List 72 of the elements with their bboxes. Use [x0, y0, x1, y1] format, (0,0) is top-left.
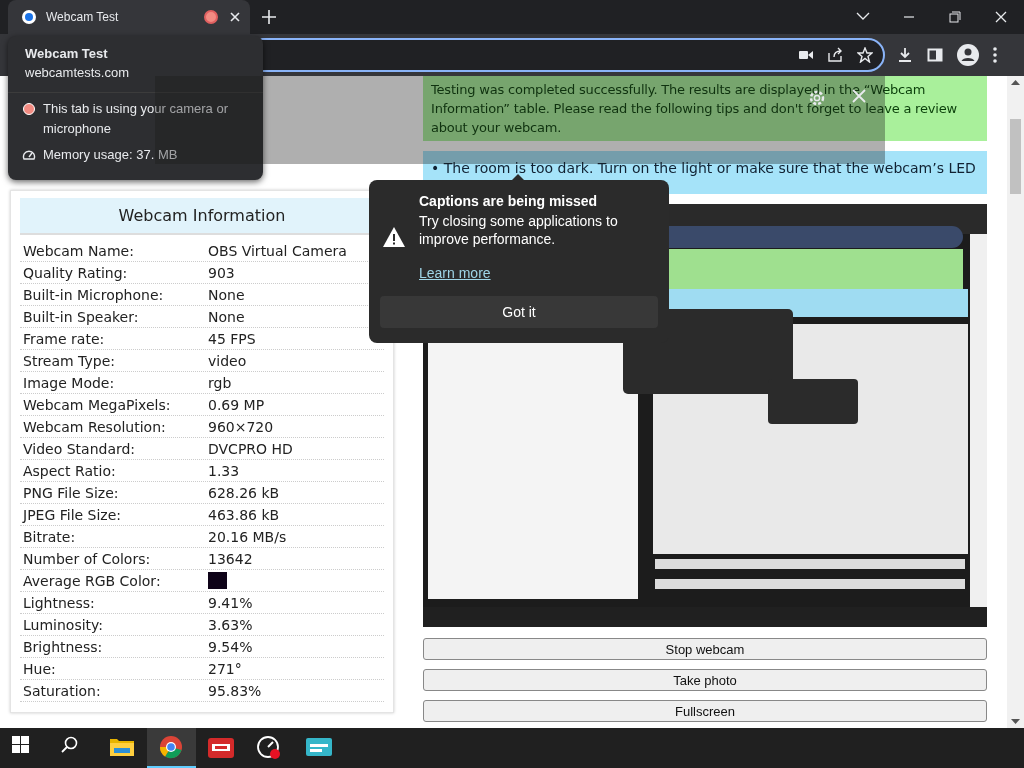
- info-label: Stream Type:: [23, 352, 116, 369]
- info-label: Webcam Resolution:: [23, 418, 167, 435]
- browser-tab[interactable]: Webcam Test: [8, 0, 250, 34]
- info-value: 628.26 kB: [208, 484, 280, 501]
- profile-icon[interactable]: [957, 44, 979, 66]
- page-button[interactable]: Stop webcam: [423, 638, 987, 660]
- page-button[interactable]: Take photo: [423, 669, 987, 691]
- info-value: 95.83%: [208, 682, 262, 699]
- info-value: 0.69 MP: [208, 396, 265, 413]
- scrollbar-thumb[interactable]: [1010, 119, 1021, 194]
- info-label: Frame rate:: [23, 330, 106, 347]
- menu-icon[interactable]: [993, 47, 997, 63]
- info-label: Webcam MegaPixels:: [23, 396, 172, 413]
- info-value: 903: [208, 264, 235, 281]
- globe-icon: [21, 9, 37, 25]
- info-label: PNG File Size:: [23, 484, 120, 501]
- info-label: JPEG File Size:: [23, 506, 123, 523]
- info-label: Webcam Name:: [23, 242, 135, 259]
- info-label: Brightness:: [23, 638, 104, 655]
- card-title: Webcam Test: [24, 46, 109, 61]
- record-app-icon: [207, 736, 234, 760]
- info-label: Luminosity:: [23, 616, 105, 633]
- info-value: rgb: [208, 374, 232, 391]
- close-icon[interactable]: [230, 12, 240, 22]
- info-label: Lightness:: [23, 594, 96, 611]
- info-value: 13642: [208, 550, 253, 567]
- info-label: Built-in Microphone:: [23, 286, 165, 303]
- info-value: 3.63%: [208, 616, 253, 633]
- info-label: Average RGB Color:: [23, 572, 162, 589]
- site-url: webcamtests.com: [24, 65, 131, 80]
- scroll-down-icon[interactable]: [1011, 719, 1020, 724]
- info-label: Image Mode:: [23, 374, 116, 391]
- camera-icon[interactable]: [799, 50, 813, 60]
- scroll-up-icon[interactable]: [1011, 80, 1020, 85]
- info-value: video: [208, 352, 247, 369]
- info-value: DVCPRO HD: [208, 440, 293, 457]
- info-value: OBS Virtual Camera: [208, 242, 347, 259]
- info-label: Hue:: [23, 660, 57, 677]
- info-value: None: [208, 286, 245, 303]
- info-label: Video Standard:: [23, 440, 137, 457]
- share-icon[interactable]: [827, 47, 843, 63]
- info-label: Bitrate:: [23, 528, 77, 545]
- info-label: Quality Rating:: [23, 264, 129, 281]
- info-label: Aspect Ratio:: [23, 462, 117, 479]
- scrollbar[interactable]: [1007, 76, 1024, 728]
- star-icon[interactable]: [857, 47, 873, 63]
- info-value: None: [208, 308, 245, 325]
- info-value: 463.86 kB: [208, 506, 280, 523]
- page-button[interactable]: Fullscreen: [423, 700, 987, 722]
- info-label: Built-in Speaker:: [23, 308, 140, 325]
- info-value: 271°: [208, 660, 242, 677]
- info-label: Number of Colors:: [23, 550, 152, 567]
- browser-icon: [158, 735, 185, 759]
- camera-notice: This tab is using your camera or microphone: [43, 100, 229, 138]
- taskbar-button[interactable]: [147, 728, 196, 768]
- popup-title: Captions are being missed: [419, 193, 599, 209]
- memory-usage: Memory usage: 37. MB: [43, 146, 179, 164]
- info-label: Saturation:: [23, 682, 102, 699]
- info-value: 960×720: [208, 418, 274, 435]
- info-value: 20.16 MB/s: [208, 528, 287, 545]
- info-value: 45 FPS: [208, 330, 256, 347]
- download-icon[interactable]: [897, 47, 913, 63]
- info-value: 9.41%: [208, 594, 253, 611]
- info-value: 9.54%: [208, 638, 253, 655]
- popup-message: Try closing some applications to improve performance.: [419, 212, 619, 248]
- info-value: 1.33: [208, 462, 240, 479]
- side-panel-icon[interactable]: [927, 47, 943, 63]
- got-it-button[interactable]: Got it: [380, 296, 658, 328]
- gauge-icon: [256, 736, 283, 760]
- learn-more-link[interactable]: Learn more: [419, 265, 491, 281]
- warning-icon: [383, 227, 405, 247]
- new-tab-icon[interactable]: [262, 10, 276, 24]
